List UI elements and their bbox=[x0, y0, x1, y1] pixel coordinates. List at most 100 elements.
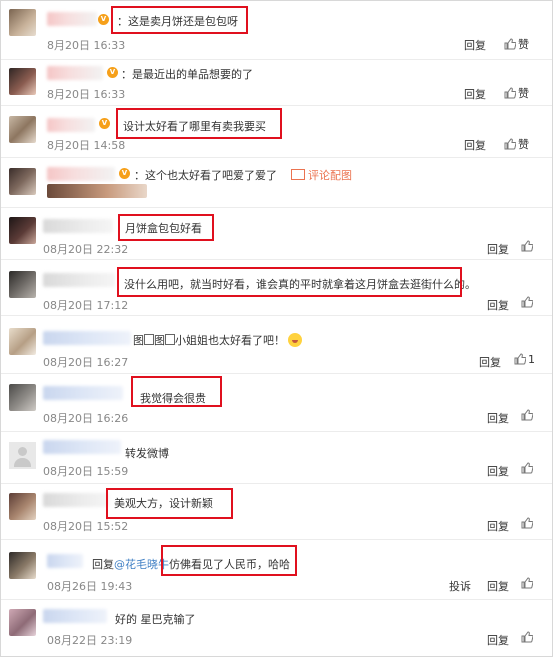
comment-item: 图图小姐姐也太好看了吧！ 08月20日 16:27 回复 1 bbox=[1, 315, 552, 374]
reply-link[interactable]: 回复 bbox=[487, 632, 509, 648]
reply-link[interactable]: 回复 bbox=[487, 410, 509, 426]
like-label: 赞 bbox=[518, 38, 529, 51]
avatar[interactable] bbox=[9, 271, 36, 298]
like-button[interactable]: 赞 bbox=[504, 85, 529, 101]
blurred-username bbox=[47, 118, 95, 132]
blurred-username bbox=[43, 273, 115, 287]
blurred-username bbox=[43, 219, 113, 233]
comment-time: 08月20日 15:59 bbox=[43, 465, 129, 478]
highlight-box bbox=[111, 6, 248, 34]
picture-icon bbox=[144, 334, 154, 345]
like-button[interactable]: 赞 bbox=[504, 136, 529, 152]
blurred-username bbox=[43, 440, 121, 454]
comment-item: 好的 星巴克输了 08月22日 23:19 回复 bbox=[1, 599, 552, 656]
default-avatar-icon[interactable] bbox=[9, 442, 36, 469]
avatar[interactable] bbox=[9, 168, 36, 195]
reply-link[interactable]: 回复 bbox=[487, 241, 509, 257]
blurred-username bbox=[43, 386, 123, 400]
thumbs-up-icon bbox=[521, 631, 533, 643]
report-link[interactable]: 投诉 bbox=[449, 578, 471, 594]
comment-item: 美观大方，设计新颖 08月20日 15:52 回复 bbox=[1, 483, 552, 540]
like-button[interactable]: 赞 bbox=[504, 36, 529, 52]
blurred-username bbox=[43, 331, 131, 345]
comment-time: 08月20日 15:52 bbox=[43, 520, 129, 533]
avatar[interactable] bbox=[9, 9, 36, 36]
comment-item: 我觉得会很贵 08月20日 16:26 回复 bbox=[1, 373, 552, 432]
blurred-username bbox=[43, 493, 109, 507]
avatar[interactable] bbox=[9, 609, 36, 636]
avatar[interactable] bbox=[9, 493, 36, 520]
avatar[interactable] bbox=[9, 328, 36, 355]
blurred-username bbox=[47, 12, 97, 26]
comment-time: 08月20日 22:32 bbox=[43, 243, 129, 256]
avatar[interactable] bbox=[9, 552, 36, 579]
comment-text: 小姐姐也太好看了吧！ bbox=[175, 334, 285, 347]
like-button[interactable] bbox=[521, 517, 535, 530]
avatar[interactable] bbox=[9, 217, 36, 244]
like-button[interactable] bbox=[521, 631, 535, 644]
like-label: 赞 bbox=[518, 87, 529, 100]
reply-link[interactable]: 回复 bbox=[464, 86, 486, 102]
like-button[interactable] bbox=[521, 240, 535, 253]
highlight-box bbox=[116, 108, 282, 139]
blurred-username bbox=[47, 167, 115, 181]
reply-link[interactable]: 回复 bbox=[487, 297, 509, 313]
like-count: 1 bbox=[528, 353, 535, 366]
like-label: 赞 bbox=[518, 138, 529, 151]
like-button[interactable] bbox=[521, 577, 535, 590]
thumbs-up-icon bbox=[521, 296, 533, 308]
comment-time: 08月20日 17:12 bbox=[43, 299, 129, 312]
like-button[interactable] bbox=[521, 409, 535, 422]
pic-link-label: 评论配图 bbox=[308, 169, 352, 182]
avatar[interactable] bbox=[9, 68, 36, 95]
comment-time: 08月22日 23:19 bbox=[47, 634, 133, 647]
like-button[interactable] bbox=[521, 296, 535, 309]
like-button[interactable] bbox=[521, 462, 535, 475]
vip-badge-icon: V bbox=[99, 118, 110, 129]
thumbs-up-icon bbox=[521, 409, 533, 421]
highlight-box bbox=[161, 545, 297, 576]
vip-badge-icon: V bbox=[98, 14, 109, 25]
highlight-box bbox=[118, 214, 214, 241]
thumbs-up-icon bbox=[504, 87, 516, 99]
like-button[interactable]: 1 bbox=[514, 353, 535, 366]
thumbs-up-icon bbox=[504, 138, 516, 150]
reply-link[interactable]: 回复 bbox=[479, 354, 501, 370]
thumbs-up-icon bbox=[521, 240, 533, 252]
thumbs-up-icon bbox=[514, 353, 526, 365]
comment-text-row: 图图小姐姐也太好看了吧！ bbox=[133, 332, 302, 348]
thumbs-up-icon bbox=[521, 462, 533, 474]
avatar[interactable] bbox=[9, 116, 36, 143]
comment-item: 月饼盒包包好看 08月20日 22:32 回复 bbox=[1, 207, 552, 260]
reply-link[interactable]: 回复 bbox=[487, 463, 509, 479]
comment-time: 8月20日 16:33 bbox=[47, 88, 126, 101]
comment-time: 08月20日 16:26 bbox=[43, 412, 129, 425]
reply-link[interactable]: 回复 bbox=[464, 137, 486, 153]
comment-image[interactable] bbox=[47, 184, 147, 198]
reply-row: 回复@花毛晓牛 bbox=[92, 556, 169, 572]
comment-pic-link[interactable]: 评论配图 bbox=[291, 167, 352, 183]
comment-time: 08月26日 19:43 bbox=[47, 580, 133, 593]
comment-text: ：是最近出的单品想要的了 bbox=[121, 68, 253, 81]
comment-item: V ：这是卖月饼还是包包呀 8月20日 16:33 回复 赞 bbox=[1, 1, 552, 60]
reply-prefix: 回复 bbox=[92, 558, 114, 571]
picture-link[interactable]: 图 bbox=[133, 334, 144, 347]
thumbs-up-icon bbox=[521, 517, 533, 529]
picture-icon bbox=[165, 334, 175, 345]
reply-link[interactable]: 回复 bbox=[464, 37, 486, 53]
vip-badge-icon: V bbox=[119, 168, 130, 179]
comment-text: ：这个也太好看了吧爱了爱了 bbox=[134, 169, 277, 182]
comment-item: V ：这个也太好看了吧爱了爱了 评论配图 bbox=[1, 157, 552, 208]
comment-text: 好的 星巴克输了 bbox=[115, 613, 196, 626]
highlight-box bbox=[106, 488, 233, 519]
avatar[interactable] bbox=[9, 384, 36, 411]
thumbs-up-icon bbox=[504, 38, 516, 50]
comment-list: V ：这是卖月饼还是包包呀 8月20日 16:33 回复 赞 V ：是最近出的单… bbox=[0, 0, 553, 657]
comment-text: 转发微博 bbox=[125, 447, 169, 460]
reply-link[interactable]: 回复 bbox=[487, 578, 509, 594]
picture-link[interactable]: 图 bbox=[154, 334, 165, 347]
blurred-username bbox=[47, 66, 103, 80]
reply-link[interactable]: 回复 bbox=[487, 518, 509, 534]
comment-time: 8月20日 16:33 bbox=[47, 39, 126, 52]
comment-time: 8月20日 14:58 bbox=[47, 139, 126, 152]
